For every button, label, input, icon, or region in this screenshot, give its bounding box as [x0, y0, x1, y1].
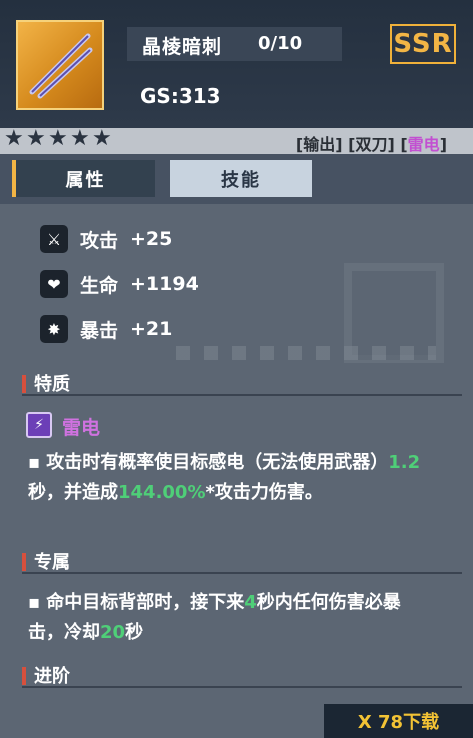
item-tags: [输出] [双刀] [雷电] [295, 135, 447, 154]
stat-value: +25 [130, 228, 173, 250]
section-marker [22, 375, 26, 393]
blade-icon: ⚔ [40, 225, 68, 253]
stat-label: 暴击 [80, 319, 119, 342]
item-name: 晶棱暗刺 [142, 36, 223, 58]
star-icon: ★ [92, 126, 112, 151]
item-image-frame [16, 20, 104, 110]
trait-name: 雷电 [62, 417, 101, 439]
item-header: 晶棱暗刺 0/10 SSR GS:313 [0, 0, 473, 128]
decorative-stripes [176, 346, 436, 360]
site-watermark-logo: X 78下载 [324, 704, 473, 738]
stat-crit: ✸ 暴击 +21 [40, 315, 172, 343]
tag-element: 雷电 [407, 135, 440, 154]
section-advance: 进阶 [22, 662, 462, 688]
star-icon: ★ [70, 126, 90, 151]
stat-hp: ❤ 生命 +1194 [40, 270, 199, 298]
stat-label: 攻击 [80, 229, 119, 252]
lightning-icon: ⚡ [26, 412, 52, 438]
stat-label: 生命 [80, 274, 119, 297]
stat-value: +1194 [130, 273, 199, 295]
stat-value: +21 [130, 318, 173, 340]
tag-dual-blade: [双刀] [348, 135, 395, 154]
star-icon: ★ [4, 126, 24, 151]
tab-attributes[interactable]: 属性 [12, 160, 155, 197]
tag-output: [输出] [295, 135, 343, 154]
tab-skills[interactable]: 技能 [170, 160, 312, 197]
stat-attack: ⚔ 攻击 +25 [40, 225, 172, 253]
gear-score: GS:313 [140, 84, 221, 108]
blade-weapon-icon [29, 33, 93, 99]
item-level: 0/10 [258, 33, 303, 54]
trait-description: ▪ 攻击时有概率使目标感电（无法使用武器）1.2秒，并造成144.00%*攻击力伤… [28, 452, 421, 503]
section-exclusive: 专属 [22, 548, 462, 574]
section-title: 专属 [34, 552, 70, 573]
rarity-badge: SSR [390, 24, 456, 64]
section-title: 进阶 [34, 666, 70, 687]
section-marker [22, 553, 26, 571]
heart-icon: ❤ [40, 270, 68, 298]
section-title: 特质 [34, 374, 70, 395]
section-marker [22, 667, 26, 685]
exclusive-description: ▪ 命中目标背部时，接下来4秒内任何伤害必暴击，冷却20秒 [28, 592, 401, 643]
star-icon: ★ [48, 126, 68, 151]
burst-icon: ✸ [40, 315, 68, 343]
section-trait: 特质 [22, 370, 462, 396]
star-icon: ★ [26, 126, 46, 151]
